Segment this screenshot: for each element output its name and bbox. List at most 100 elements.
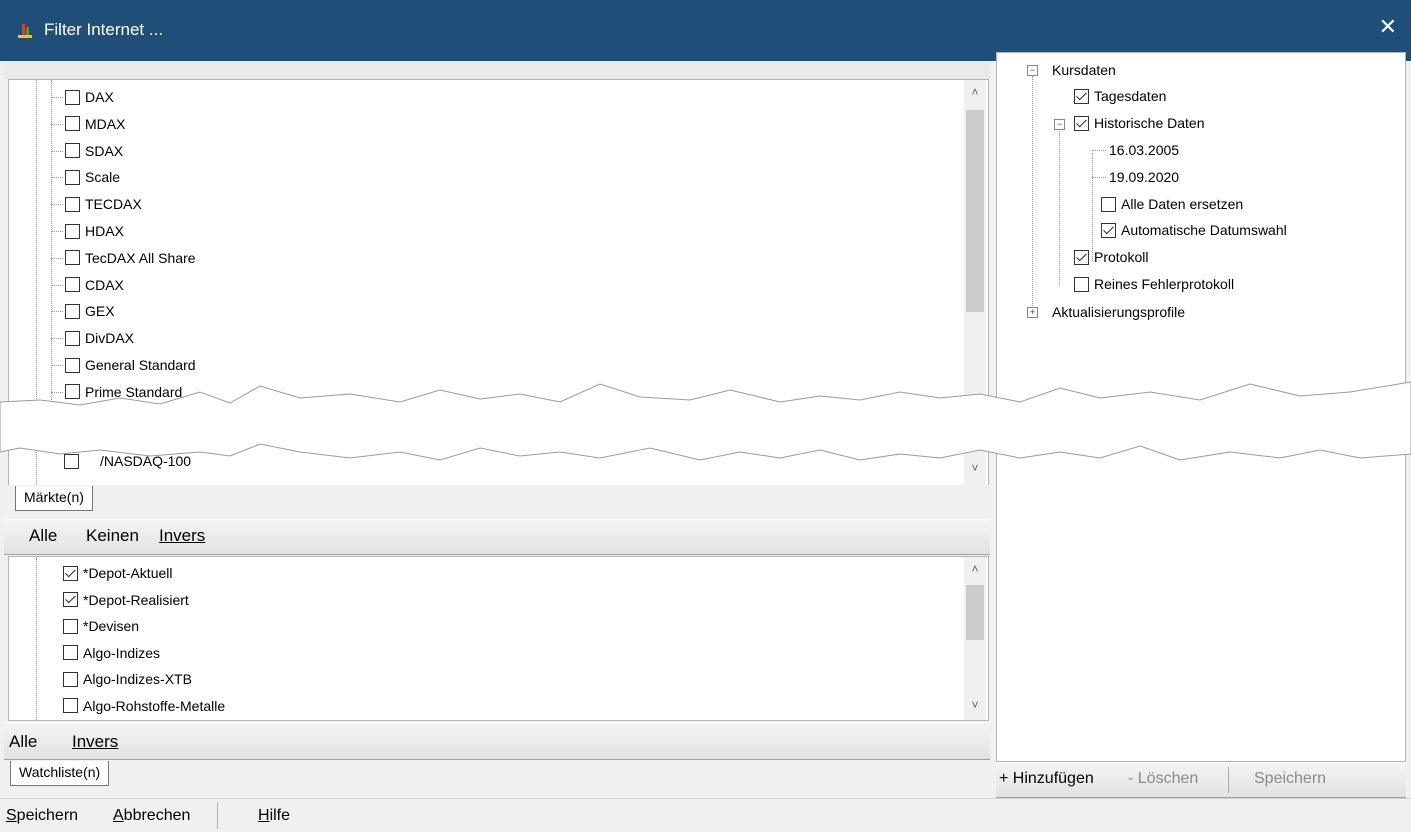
tab-markets[interactable]: Märkte(n) [15, 486, 93, 511]
scroll-thumb[interactable] [966, 585, 984, 640]
tree-guide [51, 284, 63, 286]
scroll-down-icon[interactable]: ˅ [964, 695, 986, 715]
market-item-label: TecDAX All Share [85, 249, 196, 266]
checkbox-label: Automatische Datumswahl [1121, 222, 1287, 238]
market-item-label: MDAX [85, 115, 126, 132]
market-item[interactable]: GEX [45, 298, 115, 324]
tree-guide [36, 557, 37, 720]
watchlist-item[interactable]: *Depot-Aktuell [45, 560, 173, 586]
expand-icon[interactable]: + [1027, 307, 1038, 318]
checkbox[interactable] [65, 143, 80, 159]
tree-guide [51, 311, 63, 313]
tree-guide [51, 338, 63, 340]
tree-item-historische-daten[interactable]: Historische Daten [1074, 110, 1205, 136]
tree-item-kursdaten[interactable]: Kursdaten [1052, 57, 1116, 83]
watchlist-item-label: *Depot-Realisiert [83, 591, 189, 608]
tree-item-aktualisierungsprofile[interactable]: Aktualisierungsprofile [1052, 299, 1185, 325]
checkbox[interactable] [63, 645, 78, 660]
market-item[interactable]: TecDAX All Share [45, 245, 196, 271]
watchlist-item-label: *Devisen [83, 618, 140, 634]
checkbox[interactable] [65, 116, 80, 132]
watchlist-item[interactable]: Algo-Rohstoffe-Metalle [45, 693, 225, 719]
watchlist-item-label: Algo-Indizes [83, 644, 161, 661]
scroll-thumb[interactable] [966, 110, 984, 312]
window-title: Filter Internet ... [44, 20, 164, 39]
watchlist-scrollbar[interactable]: ˄ ˅ [964, 557, 986, 720]
date-from-value[interactable]: 16.03.2005 [1109, 137, 1179, 163]
scroll-up-icon[interactable]: ˄ [964, 82, 986, 102]
markets-none-button[interactable]: Keinen [86, 526, 139, 546]
checkbox[interactable] [65, 250, 80, 266]
watchlist-invert-button[interactable]: Invers [72, 732, 118, 752]
markets-header-band [4, 61, 990, 79]
markets-all-button[interactable]: Alle [29, 526, 57, 546]
close-icon[interactable]: ✕ [1379, 14, 1397, 40]
delete-profile-button[interactable]: - Löschen [1128, 770, 1198, 788]
tree-guide [51, 257, 63, 259]
tree-guide [1092, 177, 1106, 178]
scroll-up-icon[interactable]: ˄ [964, 559, 986, 579]
checkbox[interactable] [63, 565, 78, 581]
checkbox[interactable] [65, 89, 80, 105]
watchlist-item[interactable]: *Devisen [45, 613, 139, 639]
market-item[interactable]: CDAX [45, 272, 124, 298]
date-to-value[interactable]: 19.09.2020 [1109, 164, 1179, 190]
save-profile-button[interactable]: Speichern [1254, 770, 1326, 788]
checkbox[interactable] [65, 223, 80, 239]
checkbox[interactable] [1101, 196, 1116, 212]
tree-item-reines-fehlerprotokoll[interactable]: Reines Fehlerprotokoll [1074, 271, 1234, 297]
tree-item-protokoll[interactable]: Protokoll [1074, 244, 1148, 270]
checkbox[interactable] [63, 592, 78, 607]
add-profile-button[interactable]: + Hinzufügen [999, 770, 1094, 788]
checkbox[interactable] [63, 671, 78, 687]
cancel-button[interactable]: Abbrechen [113, 807, 190, 825]
checkbox[interactable] [65, 196, 80, 212]
watchlist-item[interactable]: Algo-Indizes [45, 640, 160, 666]
torn-edge-overlay [0, 381, 1411, 461]
checkbox[interactable] [65, 330, 80, 346]
divider [217, 802, 218, 829]
tree-item-tagesdaten[interactable]: Tagesdaten [1074, 83, 1166, 109]
market-item[interactable]: Scale [45, 164, 120, 190]
watchlist-item[interactable]: *Depot-Realisiert [45, 587, 189, 613]
tree-item-alle-daten-ersetzen[interactable]: Alle Daten ersetzen [1101, 191, 1243, 217]
watchlist-list[interactable]: *Depot-Aktuell *Depot-Realisiert *Devisen A… [8, 556, 989, 721]
market-item-label: Scale [85, 169, 121, 186]
help-button[interactable]: Hilfe [258, 807, 290, 825]
tree-guide [51, 204, 63, 206]
checkbox[interactable] [65, 169, 80, 185]
market-item[interactable]: TECDAX [45, 191, 142, 217]
save-button[interactable]: Speichern [6, 807, 78, 825]
market-item[interactable]: DivDAX [45, 325, 134, 351]
market-item[interactable]: MDAX [45, 111, 125, 137]
watchlist-item[interactable]: Algo-Indizes-XTB [45, 666, 192, 692]
checkbox-label: Protokoll [1094, 249, 1149, 265]
checkbox-label: Tagesdaten [1094, 88, 1167, 104]
watchlist-all-button[interactable]: Alle [9, 732, 37, 752]
save-button-label: Speichern [6, 807, 79, 824]
collapse-icon[interactable]: − [1027, 65, 1038, 76]
checkbox[interactable] [63, 618, 78, 634]
checkbox[interactable] [65, 277, 80, 293]
checkbox[interactable] [1074, 249, 1089, 265]
tree-guide [51, 177, 63, 179]
checkbox[interactable] [1074, 88, 1089, 104]
app-icon [18, 24, 32, 38]
collapse-icon[interactable]: − [1054, 119, 1065, 130]
market-item[interactable]: DAX [45, 84, 114, 110]
tab-watchlist[interactable]: Watchliste(n) [10, 761, 110, 786]
checkbox[interactable] [65, 303, 80, 319]
market-item-label: CDAX [85, 276, 124, 293]
checkbox[interactable] [63, 698, 78, 713]
market-item[interactable]: SDAX [45, 138, 123, 164]
checkbox-label: Historische Daten [1094, 115, 1205, 131]
markets-invert-button[interactable]: Invers [159, 526, 205, 546]
checkbox[interactable] [1101, 222, 1116, 238]
checkbox[interactable] [1074, 115, 1089, 131]
watchlist-button-bar: Alle Invers [4, 722, 990, 760]
checkbox[interactable] [65, 357, 80, 373]
market-item[interactable]: HDAX [45, 218, 124, 244]
tree-item-automatische-datumswahl[interactable]: Automatische Datumswahl [1101, 217, 1287, 243]
tree-guide [51, 150, 63, 152]
checkbox[interactable] [1074, 276, 1089, 292]
